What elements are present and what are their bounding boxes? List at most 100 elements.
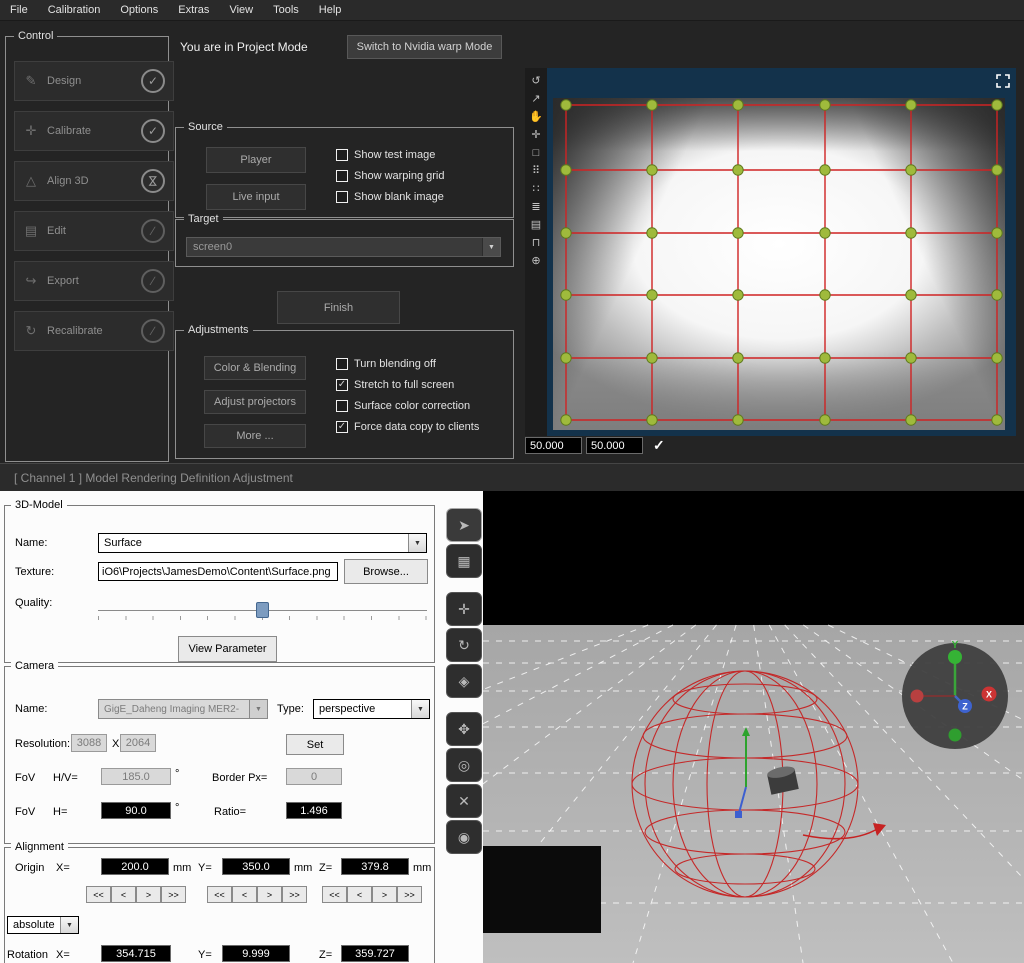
export-button[interactable]: ↪ Export ∕: [14, 261, 174, 301]
origin-x-step-fwd-fast[interactable]: >>: [161, 886, 186, 903]
fov-h-field[interactable]: 90.0: [101, 802, 171, 819]
origin-x-step-back[interactable]: <: [111, 886, 136, 903]
checkbox-force-data-copy[interactable]: ✓ Force data copy to clients: [336, 420, 479, 434]
view-parameter-button[interactable]: View Parameter: [178, 636, 277, 662]
pan-view-button[interactable]: ✥: [446, 712, 482, 746]
origin-z-field[interactable]: 379.8: [341, 858, 409, 875]
row-points-icon[interactable]: ≣: [531, 202, 540, 213]
origin-z-step-back-fast[interactable]: <<: [322, 886, 347, 903]
color-blending-button[interactable]: Color & Blending: [204, 356, 306, 380]
select-rect-icon[interactable]: □: [533, 148, 540, 159]
visibility-button[interactable]: ◉: [446, 820, 482, 854]
source-group-title: Source: [184, 121, 227, 133]
rotation-z-field[interactable]: 359.727: [341, 945, 409, 962]
edit-status-icon: ∕: [141, 219, 165, 243]
player-button[interactable]: Player: [206, 147, 306, 173]
viewport-3d[interactable]: Y X Z: [483, 491, 1024, 963]
add-points-icon[interactable]: ∷: [533, 184, 540, 195]
globe-icon[interactable]: ⊕: [531, 256, 540, 267]
origin-z-step-back[interactable]: <: [347, 886, 372, 903]
origin-y-field[interactable]: 350.0: [222, 858, 290, 875]
recalibrate-button[interactable]: ↻ Recalibrate ∕: [14, 311, 174, 351]
zoom-view-button[interactable]: ✕: [446, 784, 482, 818]
checkbox-show-blank-image[interactable]: Show blank image: [336, 190, 444, 204]
calibrate-button[interactable]: ✛ Calibrate ✓: [14, 111, 174, 151]
pan-hand-icon[interactable]: ✋: [529, 112, 543, 123]
menu-help[interactable]: Help: [309, 4, 352, 16]
model-name-dropdown[interactable]: Surface ▼: [98, 533, 427, 553]
chevron-down-icon[interactable]: ▼: [60, 917, 78, 933]
target-screen-dropdown[interactable]: screen0 ▼: [186, 237, 501, 257]
switch-nvidia-warp-button[interactable]: Switch to Nvidia warp Mode: [347, 35, 502, 59]
quality-slider[interactable]: [98, 602, 427, 624]
pointer-icon[interactable]: ↗: [531, 94, 540, 105]
alignment-mode-dropdown[interactable]: absolute ▼: [7, 916, 79, 934]
viewport-layout-button[interactable]: ▦: [446, 544, 482, 578]
unit-mm: mm: [413, 862, 431, 874]
select-tool-button[interactable]: ➤: [446, 508, 482, 542]
live-input-button[interactable]: Live input: [206, 184, 306, 210]
menu-calibration[interactable]: Calibration: [38, 4, 111, 16]
move-points-icon[interactable]: ✛: [531, 130, 540, 141]
rotation-y-field[interactable]: 9.999: [222, 945, 290, 962]
origin-z-step-fwd-fast[interactable]: >>: [397, 886, 422, 903]
origin-x-step-fwd[interactable]: >: [136, 886, 161, 903]
browse-button[interactable]: Browse...: [344, 559, 428, 584]
camera-group-title: Camera: [11, 660, 58, 672]
undo-icon[interactable]: ↺: [531, 76, 540, 87]
fullscreen-icon[interactable]: [995, 73, 1011, 89]
rotation-x-field[interactable]: 354.715: [101, 945, 171, 962]
checkbox-stretch-full-screen[interactable]: ✓ Stretch to full screen: [336, 378, 454, 392]
design-button[interactable]: ✎ Design ✓: [14, 61, 174, 101]
magnet-icon[interactable]: ⊓: [532, 238, 541, 249]
grid-layout-icon: ▦: [457, 553, 470, 570]
more-button[interactable]: More ...: [204, 424, 306, 448]
export-icon: ↪: [23, 273, 39, 289]
origin-x-step-back-fast[interactable]: <<: [86, 886, 111, 903]
origin-y-step-back-fast[interactable]: <<: [207, 886, 232, 903]
checkbox-box: [336, 170, 348, 182]
slider-thumb[interactable]: [256, 602, 269, 618]
texture-path-input[interactable]: iO6\Projects\JamesDemo\Content\Surface.p…: [98, 562, 338, 581]
confirm-check-icon[interactable]: ✓: [653, 437, 665, 454]
set-button[interactable]: Set: [286, 734, 344, 755]
origin-y-step-fwd[interactable]: >: [257, 886, 282, 903]
preview-canvas[interactable]: [547, 68, 1016, 436]
menu-extras[interactable]: Extras: [168, 4, 219, 16]
gizmo-z-label: Z: [962, 702, 968, 712]
origin-y-step-back[interactable]: <: [232, 886, 257, 903]
rotate-tool-button[interactable]: ↻: [446, 628, 482, 662]
menu-view[interactable]: View: [219, 4, 263, 16]
orbit-view-button[interactable]: ◎: [446, 748, 482, 782]
calibrate-button-label: Calibrate: [47, 125, 91, 137]
calibrate-icon: ✛: [23, 123, 39, 139]
camera-type-dropdown[interactable]: perspective ▼: [313, 699, 430, 719]
scale-tool-button[interactable]: ◈: [446, 664, 482, 698]
chevron-down-icon[interactable]: ▼: [482, 238, 500, 256]
origin-x-field[interactable]: 200.0: [101, 858, 169, 875]
adjust-projectors-button[interactable]: Adjust projectors: [204, 390, 306, 414]
warp-grid-overlay[interactable]: [547, 68, 1016, 436]
layers-icon[interactable]: ▤: [531, 220, 541, 231]
origin-y-step-fwd-fast[interactable]: >>: [282, 886, 307, 903]
origin-z-step-fwd[interactable]: >: [372, 886, 397, 903]
menu-file[interactable]: File: [0, 4, 38, 16]
checkbox-show-test-image[interactable]: Show test image: [336, 148, 435, 162]
checkbox-surface-color-correction[interactable]: Surface color correction: [336, 399, 470, 413]
menu-options[interactable]: Options: [110, 4, 168, 16]
grid-pos-y-field[interactable]: 50.000: [586, 437, 643, 454]
grid-dots-icon[interactable]: ⠿: [532, 166, 540, 177]
grid-pos-x-field[interactable]: 50.000: [525, 437, 582, 454]
finish-button[interactable]: Finish: [277, 291, 400, 324]
control-group-title: Control: [14, 30, 57, 42]
menu-tools[interactable]: Tools: [263, 4, 309, 16]
edit-button[interactable]: ▤ Edit ∕: [14, 211, 174, 251]
rotation-z-label: Z=: [319, 949, 332, 961]
chevron-down-icon[interactable]: ▼: [408, 534, 426, 552]
checkbox-show-warping-grid[interactable]: Show warping grid: [336, 169, 445, 183]
checkbox-turn-blending-off[interactable]: Turn blending off: [336, 357, 436, 371]
align-3d-button[interactable]: △ Align 3D ⋈: [14, 161, 174, 201]
chevron-down-icon[interactable]: ▼: [411, 700, 429, 718]
move-tool-button[interactable]: ✛: [446, 592, 482, 626]
ratio-field[interactable]: 1.496: [286, 802, 342, 819]
